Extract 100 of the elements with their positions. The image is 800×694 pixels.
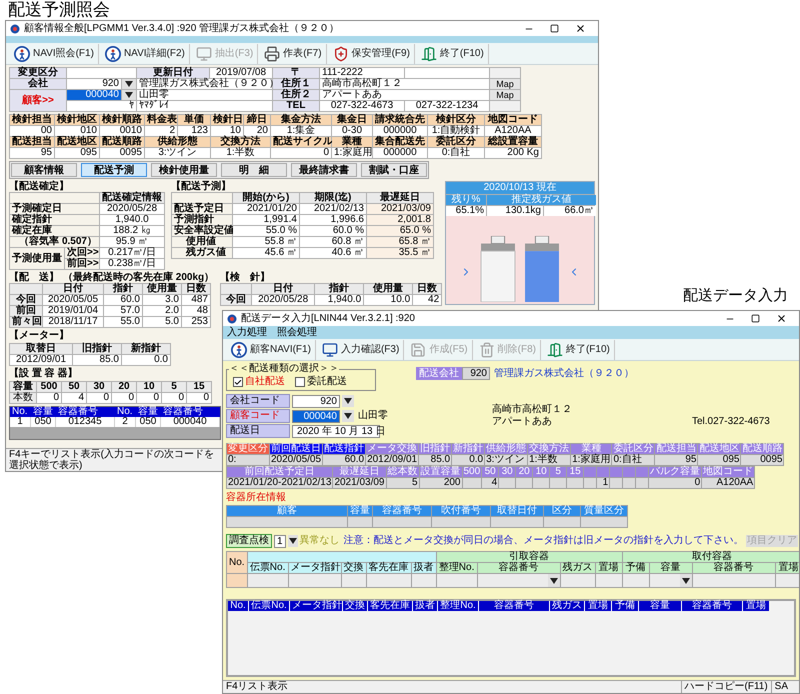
column-header: 客先在庫 <box>368 601 412 611</box>
table-cell: 1,991.4 <box>233 215 299 225</box>
tab[interactable]: 割賦・口座 <box>361 163 427 177</box>
table-cell: 2012/09/01 <box>10 355 72 365</box>
monitor-icon <box>196 46 212 62</box>
code-field[interactable]: 920 <box>292 394 340 408</box>
code-field[interactable]: 000040 <box>292 410 340 422</box>
code-field[interactable]: 1 <box>274 534 286 548</box>
column-header: 容量 <box>31 407 55 417</box>
map-button[interactable]: Map <box>490 79 520 89</box>
field-label: 顧客コード <box>226 409 290 423</box>
dropdown-button[interactable] <box>342 395 354 407</box>
table-cell: 10 <box>211 126 243 136</box>
table-cell: 3.0 <box>143 295 181 305</box>
tab[interactable]: 検針使用量 <box>151 163 217 177</box>
table-cell: 1,996.6 <box>300 215 366 225</box>
input-field[interactable] <box>366 574 411 587</box>
dropdown-button[interactable] <box>122 79 136 89</box>
column-header: メータ指針 <box>288 563 341 573</box>
column-header: 整理No. <box>436 563 477 573</box>
table-cell: 65.1% <box>446 206 486 216</box>
column-header: 吹付番号 <box>432 506 490 516</box>
table-cell: 供給形態 <box>145 137 210 147</box>
table-cell: 30 <box>87 382 111 392</box>
dropdown-button[interactable] <box>288 535 298 547</box>
phone-text: Tel.027-322-4673 <box>692 416 770 428</box>
dropdown-button[interactable] <box>122 90 136 100</box>
toolbar-button[interactable]: 作表(F7) <box>260 44 327 64</box>
tab[interactable]: 明 細 <box>221 163 287 177</box>
column-header: 新指針 <box>452 444 484 454</box>
table-cell: 188.2 ㎏ <box>100 226 164 236</box>
column-header: 容器番号 <box>479 601 549 611</box>
input-field[interactable] <box>560 574 595 587</box>
column-header: 容量 <box>639 601 681 611</box>
toolbar-button[interactable]: 終了(F10) <box>542 340 615 360</box>
input-field[interactable] <box>776 574 799 587</box>
checkbox[interactable] <box>233 377 243 387</box>
column-header: 前回配送日 <box>270 444 322 454</box>
table-cell: （容気率 0.507） <box>10 237 99 247</box>
input-field[interactable] <box>692 574 775 587</box>
dropdown-button[interactable] <box>342 410 354 422</box>
menu-item[interactable]: 照会処理 <box>277 326 317 338</box>
group-title: ＜＜配送種類の選択＞＞ <box>229 363 339 375</box>
tab[interactable]: 顧客情報 <box>11 163 77 177</box>
table-cell: 40.6 ㎥ <box>300 248 366 258</box>
column-header: 置場 <box>585 601 611 611</box>
code-field: 000040 <box>67 90 121 100</box>
toolbar-button[interactable]: 終了(F10) <box>416 44 489 64</box>
table-cell: 配送地区 <box>55 137 99 147</box>
tab[interactable]: 配送予測 <box>81 163 147 177</box>
toolbar-button[interactable]: NAVI照会(F1) <box>10 44 99 64</box>
table-cell: 確定指針 <box>10 215 99 225</box>
close-button[interactable] <box>776 313 787 324</box>
checkbox[interactable] <box>295 377 305 387</box>
input-field[interactable] <box>248 574 288 587</box>
table-cell: 0010 <box>100 126 144 136</box>
input-field[interactable] <box>436 574 477 587</box>
status-text: F4キーでリスト表示(入力コードの次コードを選択状態で表示) <box>9 449 215 471</box>
table-cell: 200 <box>420 478 462 488</box>
table-cell: 50 <box>62 382 86 392</box>
table-cell: 会社 <box>10 79 66 89</box>
section-title: 【配送確定】 <box>9 181 69 192</box>
column-header: 区分 <box>544 506 580 516</box>
dropdown-button[interactable] <box>680 574 692 587</box>
column-header: 伝票No. <box>248 563 288 573</box>
toolbar-button[interactable]: 顧客NAVI(F1) <box>227 340 316 360</box>
table-cell: 残ガス値 <box>172 248 232 258</box>
table-cell: 0095 <box>100 148 144 158</box>
table-cell: 〒 <box>273 68 319 78</box>
table-cell: 本数 <box>10 393 36 403</box>
input-field[interactable] <box>478 574 560 587</box>
close-button[interactable] <box>575 23 586 34</box>
toolbar-button[interactable]: 保安管理(F9) <box>328 44 415 64</box>
page-caption: 配送データ入力 <box>683 286 788 306</box>
column-header: 20 <box>516 467 532 477</box>
table-cell: 顧客>> <box>10 90 66 111</box>
maximize-button[interactable] <box>550 24 559 33</box>
section-note: （最終配送時の客先在庫 200kg） <box>63 272 214 283</box>
column-header: バルク容量 <box>649 467 702 477</box>
dropdown-button[interactable] <box>548 574 560 587</box>
section-title: 【メーター】 <box>9 330 69 341</box>
input-field[interactable] <box>288 574 341 587</box>
input-field[interactable] <box>650 574 692 587</box>
menu-item[interactable]: 入力処理 <box>227 326 267 338</box>
column-header: 容量 <box>650 563 692 573</box>
table-cell: 0 <box>137 393 161 403</box>
maximize-button[interactable] <box>751 314 760 323</box>
table-cell: 使用量 <box>143 284 181 294</box>
table-cell: 85.0 <box>73 355 121 365</box>
map-button[interactable]: Map <box>490 90 520 100</box>
input-field[interactable] <box>596 574 622 587</box>
input-field[interactable] <box>342 574 366 587</box>
column-header: 配送地区 <box>698 444 740 454</box>
toolbar-button[interactable]: 入力確認(F3) <box>318 340 404 360</box>
table-cell: 2018/11/17 <box>43 317 103 327</box>
tab[interactable]: 最終請求書 <box>291 163 357 177</box>
toolbar-button[interactable]: NAVI詳細(F2) <box>100 44 190 64</box>
input-field[interactable] <box>412 574 436 587</box>
table-cell: 使用量 <box>364 284 412 294</box>
input-field[interactable] <box>622 574 649 587</box>
